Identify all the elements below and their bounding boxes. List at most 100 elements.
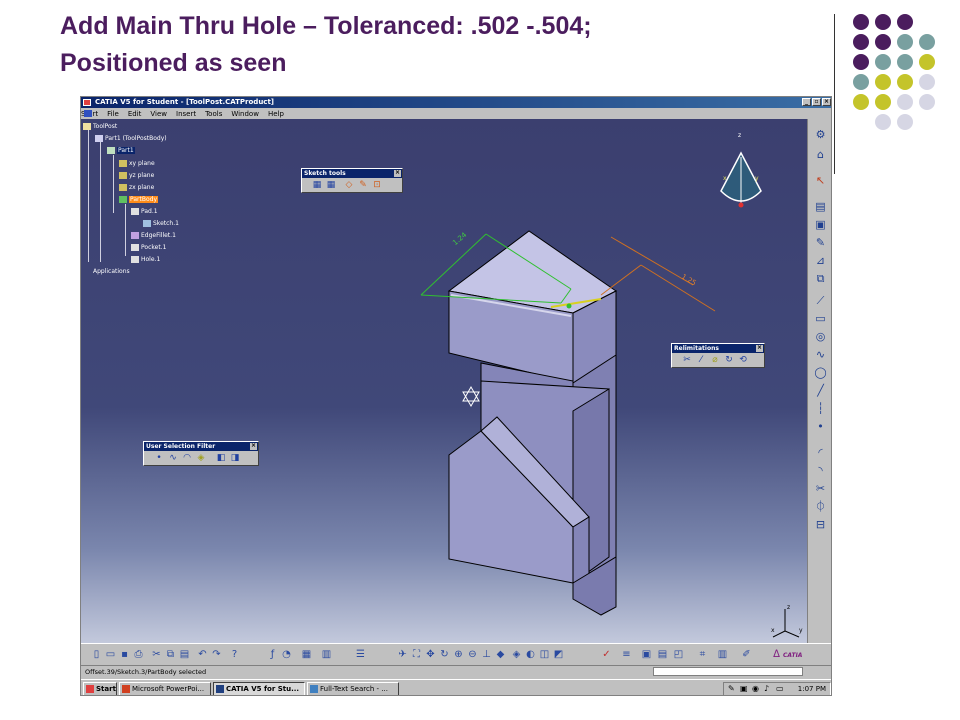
redo-icon[interactable]: ↷ <box>211 649 222 660</box>
volume-filter-icon[interactable]: ◈ <box>196 453 206 463</box>
tree-item-edgefillet[interactable]: EdgeFillet.1 <box>131 232 176 239</box>
rectangle-icon[interactable]: ▭ <box>814 313 827 325</box>
pan-icon[interactable]: ✥ <box>425 649 436 660</box>
window-titlebar[interactable]: CATIA V5 for Student - [ToolPost.CATProd… <box>81 97 831 108</box>
whats-this-icon[interactable]: ? <box>229 649 240 660</box>
paste-icon[interactable]: ▤ <box>179 649 190 660</box>
chamfer-icon[interactable]: ◝ <box>814 465 827 477</box>
open-icon[interactable]: ▭ <box>105 649 116 660</box>
comment-icon[interactable]: ◔ <box>281 649 292 660</box>
cut-part-icon[interactable]: ▥ <box>717 649 728 660</box>
line-tool-icon[interactable]: ⟋ <box>814 295 827 307</box>
iso-view-icon[interactable]: ◆ <box>495 649 506 660</box>
dimensional-constraints-icon[interactable]: ⊡ <box>372 180 382 190</box>
formula-icon[interactable]: ƒ <box>267 649 278 660</box>
3d-viewport[interactable]: 1.24 1.25 z x y z x y ToolPost Part1 (To… <box>81 119 807 643</box>
line-icon[interactable]: ╱ <box>814 385 827 397</box>
quick-trim-icon[interactable]: ⌀ <box>710 355 720 365</box>
constraint-icon[interactable]: ⊿ <box>814 255 827 267</box>
copy-icon[interactable]: ⧉ <box>165 649 176 660</box>
tree-item-xy-plane[interactable]: xy plane <box>119 160 155 167</box>
tray-edit-icon[interactable]: ✎ <box>728 683 735 695</box>
close-arc-icon[interactable]: ↻ <box>724 355 734 365</box>
trim-tool-icon[interactable]: ✂ <box>814 483 827 495</box>
curve-filter-icon[interactable]: ∿ <box>168 453 178 463</box>
construction-icon[interactable]: ◇ <box>344 180 354 190</box>
symmetry-icon[interactable]: ⏀ <box>814 501 827 513</box>
tree-item-part[interactable]: Part1 <box>107 147 135 154</box>
complement-icon[interactable]: ⟲ <box>738 355 748 365</box>
sketch-icon[interactable]: ⌗ <box>697 649 708 660</box>
properties-icon[interactable]: ▤ <box>657 649 668 660</box>
toolbar-title[interactable]: Relimitations × <box>672 344 764 353</box>
menu-view[interactable]: View <box>150 110 176 118</box>
tray-volume-icon[interactable]: ♪ <box>764 683 769 695</box>
zoom-in-icon[interactable]: ⊕ <box>453 649 464 660</box>
tree-item-partbody[interactable]: PartBody <box>119 196 158 203</box>
grid-icon[interactable]: ▦ <box>301 649 312 660</box>
apply-material-icon[interactable]: ◰ <box>673 649 684 660</box>
axis-icon[interactable]: ┆ <box>814 403 827 415</box>
toolbar-title[interactable]: User Selection Filter × <box>144 442 258 451</box>
command-input[interactable] <box>653 667 803 676</box>
taskbar-item-powerpoint[interactable]: Microsoft PowerPoi... <box>119 682 211 695</box>
edit-icon[interactable]: ✎ <box>814 237 827 249</box>
snap-grid-icon[interactable]: ▦ <box>326 180 336 190</box>
ellipse-icon[interactable]: ◯ <box>814 367 827 379</box>
rotate-icon[interactable]: ↻ <box>439 649 450 660</box>
select-icon[interactable]: ↖ <box>814 175 827 187</box>
shading-icon[interactable]: ◐ <box>525 649 536 660</box>
menu-file[interactable]: File <box>107 110 128 118</box>
paint-icon[interactable]: ✐ <box>741 649 752 660</box>
geometric-constraints-icon[interactable]: ✎ <box>358 180 368 190</box>
normal-view-icon[interactable]: ⊥ <box>481 649 492 660</box>
tray-app-icon[interactable]: ◉ <box>752 683 759 695</box>
stack-icon[interactable]: ≡ <box>621 649 632 660</box>
close-button[interactable]: × <box>822 98 831 106</box>
tree-item-zx-plane[interactable]: zx plane <box>119 184 154 191</box>
taskbar-item-catia[interactable]: CATIA V5 for Stu... <box>213 682 305 695</box>
tree-item-yz-plane[interactable]: yz plane <box>119 172 154 179</box>
fly-mode-icon[interactable]: ✈ <box>397 649 408 660</box>
print-icon[interactable]: ⎙ <box>133 649 144 660</box>
save-icon[interactable]: ▪ <box>119 649 130 660</box>
mirror-icon[interactable]: ⧉ <box>814 273 827 285</box>
views-icon[interactable]: ◈ <box>511 649 522 660</box>
catalog-icon[interactable]: ☰ <box>355 649 366 660</box>
tree-item-part-body[interactable]: Part1 (ToolPostBody) <box>95 135 167 142</box>
tree-item-sketch[interactable]: Sketch.1 <box>143 220 179 227</box>
start-button[interactable]: Start <box>83 682 117 695</box>
point-filter-icon[interactable]: • <box>154 453 164 463</box>
point-icon[interactable]: • <box>814 421 827 433</box>
table-icon[interactable]: ▥ <box>321 649 332 660</box>
rectangle-tool-icon[interactable]: ▣ <box>814 219 827 231</box>
profile-icon[interactable]: ▤ <box>814 201 827 213</box>
tree-item-hole[interactable]: Hole.1 <box>131 256 160 263</box>
tree-item-pad[interactable]: Pad.1 <box>131 208 158 215</box>
tray-network-icon[interactable]: ▣ <box>740 683 748 695</box>
corner-icon[interactable]: ◜ <box>814 447 827 459</box>
menu-edit[interactable]: Edit <box>128 110 151 118</box>
break-icon[interactable]: ⁄ <box>696 355 706 365</box>
cut-icon[interactable]: ✂ <box>151 649 162 660</box>
analysis-icon[interactable]: ▣ <box>641 649 652 660</box>
swap-space-icon[interactable]: ◩ <box>553 649 564 660</box>
menu-insert[interactable]: Insert <box>176 110 205 118</box>
close-icon[interactable]: × <box>250 443 257 450</box>
minimize-button[interactable]: _ <box>802 98 811 106</box>
circle-icon[interactable]: ◎ <box>814 331 827 343</box>
close-icon[interactable]: × <box>394 170 401 177</box>
surface-filter-icon[interactable]: ◠ <box>182 453 192 463</box>
trim-icon[interactable]: ✂ <box>682 355 692 365</box>
measure-icon[interactable]: ✓ <box>601 649 612 660</box>
hide-show-icon[interactable]: ◫ <box>539 649 550 660</box>
menu-tools[interactable]: Tools <box>205 110 231 118</box>
fit-all-icon[interactable]: ⛶ <box>411 649 422 660</box>
menu-window[interactable]: Window <box>231 110 268 118</box>
tray-display-icon[interactable]: ▭ <box>776 683 784 695</box>
geometry-filter-icon[interactable]: ◨ <box>230 453 240 463</box>
restore-button[interactable]: ▫ <box>812 98 821 106</box>
zoom-out-icon[interactable]: ⊖ <box>467 649 478 660</box>
menu-help[interactable]: Help <box>268 110 293 118</box>
project-icon[interactable]: ⊟ <box>814 519 827 531</box>
